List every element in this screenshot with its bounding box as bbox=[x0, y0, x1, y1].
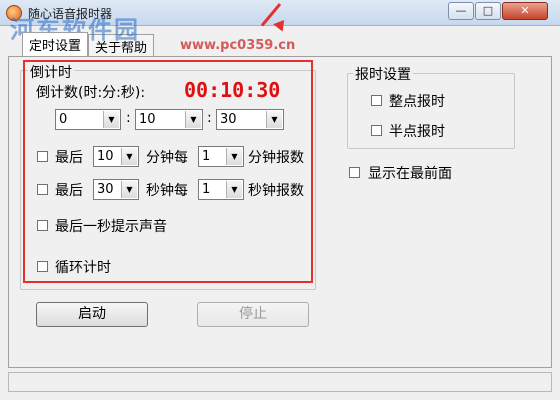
clock-group-title: 报时设置 bbox=[353, 64, 413, 84]
always-on-top-label: 显示在最前面 bbox=[368, 166, 452, 182]
status-bar bbox=[8, 372, 552, 392]
half-hour-label: 半点报时 bbox=[389, 124, 445, 140]
half-hour-checkbox[interactable] bbox=[371, 125, 382, 136]
close-button[interactable]: ✕ bbox=[502, 2, 548, 20]
stop-button[interactable]: 停止 bbox=[197, 302, 309, 327]
tab-timer-settings[interactable]: 定时设置 bbox=[22, 32, 89, 56]
hourly-label: 整点报时 bbox=[389, 94, 445, 110]
minimize-button[interactable]: — bbox=[448, 2, 474, 20]
always-on-top-checkbox[interactable] bbox=[349, 167, 360, 178]
highlight-box bbox=[23, 60, 313, 283]
start-button[interactable]: 启动 bbox=[36, 302, 148, 327]
watermark-url: www.pc0359.cn bbox=[180, 38, 296, 53]
hourly-checkbox[interactable] bbox=[371, 95, 382, 106]
maximize-button[interactable]: □ bbox=[475, 2, 501, 20]
